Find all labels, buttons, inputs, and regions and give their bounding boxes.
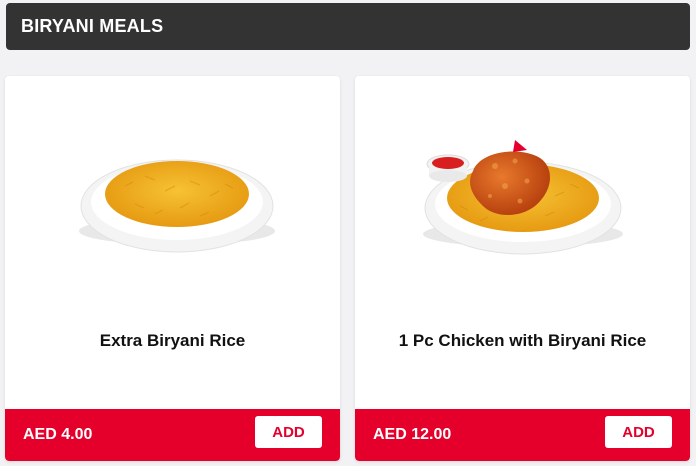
biryani-rice-plate-image <box>5 136 340 296</box>
product-card-extra-biryani-rice[interactable]: Extra Biryani Rice AED 4.00 ADD <box>5 76 340 461</box>
product-price: AED 4.00 <box>23 426 93 443</box>
section-header: BIRYANI MEALS <box>6 3 690 50</box>
product-name: Extra Biryani Rice <box>99 331 246 350</box>
product-footer: AED 12.00 ADD <box>355 409 690 461</box>
product-price: AED 12.00 <box>373 426 452 443</box>
chicken-biryani-plate-image <box>355 136 690 296</box>
add-to-cart-button[interactable]: ADD <box>255 416 322 448</box>
add-to-cart-button[interactable]: ADD <box>605 416 672 448</box>
product-name: 1 Pc Chicken with Biryani Rice <box>398 331 647 350</box>
product-footer: AED 4.00 ADD <box>5 409 340 461</box>
product-card-chicken-biryani[interactable]: 1 Pc Chicken with Biryani Rice AED 12.00… <box>355 76 690 461</box>
section-title: BIRYANI MEALS <box>21 16 164 36</box>
